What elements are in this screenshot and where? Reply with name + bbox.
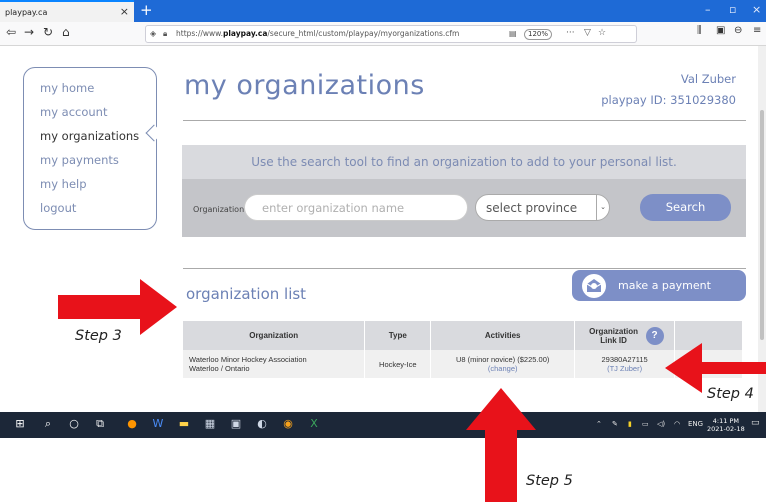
screen: playpay.ca × + – ▫ × ⇦ → ↻ ⌂ ◈ 🔒︎ https:…	[0, 0, 766, 502]
step3-arrow	[58, 279, 177, 335]
annotation-arrows	[58, 279, 766, 502]
step3-label: Step 3	[75, 328, 122, 344]
step4-label: Step 4	[707, 386, 754, 402]
step5-label: Step 5	[526, 473, 573, 489]
